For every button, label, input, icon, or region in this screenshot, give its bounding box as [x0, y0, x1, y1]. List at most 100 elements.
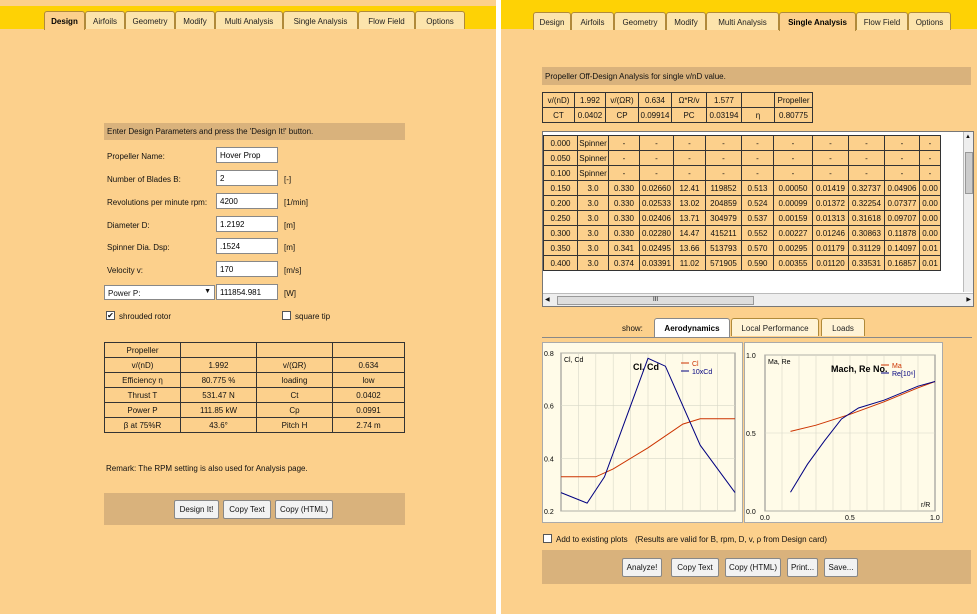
mach-re-chart-svg: 1.0 0.5 0.0 0.0 0.5 1.0 Ma, Re Mach, Re No. r/R M…	[746, 353, 940, 522]
spinner-dia-field[interactable]	[216, 238, 278, 254]
shrouded-rotor-checkbox[interactable]: ✔	[106, 311, 115, 320]
spinner-dia-unit: [m]	[284, 243, 296, 252]
velocity-field[interactable]	[216, 261, 278, 277]
cell: 0.16857	[884, 255, 920, 271]
diameter-field[interactable]	[216, 216, 278, 232]
cell: -	[639, 165, 674, 181]
scroll-right-icon[interactable]: ▶	[966, 296, 971, 303]
rpm-field[interactable]	[216, 193, 278, 209]
y-tick-label: 0.4	[544, 456, 554, 463]
single-analysis-panel: Design Airfoils Geometry Modify Multi An…	[501, 0, 977, 614]
analysis-header-text: Propeller Off-Design Analysis for single…	[545, 72, 726, 81]
cell: 14.47	[673, 225, 706, 241]
cell: 0.02495	[639, 240, 674, 256]
cell: 0.050	[543, 150, 578, 166]
blades-field[interactable]	[216, 170, 278, 186]
tab-options[interactable]: Options	[908, 12, 951, 30]
tab-design[interactable]: Design	[44, 11, 85, 30]
y-axis-label: Ma, Re	[768, 359, 791, 366]
copy-text-button[interactable]: Copy Text	[223, 500, 271, 519]
scroll-thumb-h[interactable]: III	[557, 296, 754, 305]
cell: 11.02	[673, 255, 706, 271]
cell: 0.09707	[884, 210, 920, 226]
power-select[interactable]: Power P: ▼	[104, 285, 215, 300]
table-row: 0.100 Spinner - - - - - - - - - -	[543, 165, 941, 181]
horizontal-scrollbar[interactable]: ◀ III ▶	[543, 293, 973, 306]
copy-text-button[interactable]: Copy Text	[671, 558, 719, 577]
cell: Ω*R/v	[671, 92, 707, 108]
cell: 12.41	[673, 180, 706, 196]
cell: 0.01	[919, 255, 941, 271]
tab-flow-field[interactable]: Flow Field	[358, 11, 415, 29]
y-tick-label: 0.2	[544, 509, 554, 516]
cell: v/(nD)	[104, 357, 181, 373]
show-tab-aerodynamics[interactable]: Aerodynamics	[654, 318, 730, 337]
cell: 0.02406	[639, 210, 674, 226]
table-row: 0.250 3.0 0.330 0.02406 13.71 304979 0.537 0.00…	[543, 210, 941, 226]
cell: 3.0	[577, 210, 609, 226]
tab-geometry[interactable]: Geometry	[614, 12, 666, 30]
analyze-button[interactable]: Analyze!	[622, 558, 662, 577]
copy-html-button[interactable]: Copy (HTML)	[725, 558, 781, 577]
cell: 0.330	[608, 225, 640, 241]
design-it-button[interactable]: Design It!	[174, 500, 219, 519]
cell: 0.634	[332, 357, 405, 373]
cell: v/(ΩR)	[256, 357, 333, 373]
analysis-grid-table: 0.000 Spinner - - - - - - - - - -0.050 Spinner - - - - - -…	[543, 135, 941, 271]
propeller-name-label: Propeller Name:	[107, 152, 165, 161]
blades-label: Number of Blades B:	[107, 175, 181, 184]
power-field[interactable]	[216, 284, 278, 300]
tab-design[interactable]: Design	[533, 12, 571, 30]
table-row: 0.200 3.0 0.330 0.02533 13.02 204859 0.524 0.00…	[543, 195, 941, 211]
power-select-value: Power P:	[108, 289, 141, 298]
tab-flow-field[interactable]: Flow Field	[856, 12, 908, 30]
vertical-scrollbar[interactable]: ▲	[963, 132, 973, 292]
design-button-bar: Design It! Copy Text Copy (HTML)	[104, 493, 405, 525]
cell: Power P	[104, 402, 181, 418]
scroll-up-icon[interactable]: ▲	[965, 134, 971, 140]
tab-modify[interactable]: Modify	[175, 11, 215, 29]
cell: -	[848, 135, 885, 151]
x-tick-label: 0.0	[760, 515, 770, 522]
cell: -	[608, 165, 640, 181]
scroll-left-icon[interactable]: ◀	[545, 296, 550, 303]
tab-single-analysis[interactable]: Single Analysis	[283, 11, 358, 29]
tab-airfoils[interactable]: Airfoils	[571, 12, 614, 30]
copy-html-button[interactable]: Copy (HTML)	[275, 500, 333, 519]
cell: 0.00	[919, 180, 941, 196]
cell: -	[812, 150, 849, 166]
cell: 0.02533	[639, 195, 674, 211]
show-tab-local-performance[interactable]: Local Performance	[731, 318, 819, 336]
propeller-name-field[interactable]	[216, 147, 278, 163]
cell: -	[741, 165, 774, 181]
table-row: Propeller	[104, 342, 405, 358]
shrouded-rotor-label: shrouded rotor	[119, 312, 172, 321]
cell: -	[848, 165, 885, 181]
tab-divider	[542, 337, 972, 338]
cell: CP	[605, 107, 639, 123]
tab-geometry[interactable]: Geometry	[125, 11, 175, 29]
cell: 0.02280	[639, 225, 674, 241]
tab-options[interactable]: Options	[415, 11, 465, 29]
cell: -	[741, 150, 774, 166]
show-tab-loads[interactable]: Loads	[821, 318, 865, 336]
square-tip-checkbox[interactable]	[282, 311, 291, 320]
cell: -	[884, 135, 920, 151]
cell: 119852	[705, 180, 742, 196]
add-plots-checkbox[interactable]	[543, 534, 552, 543]
tab-single-analysis[interactable]: Single Analysis	[779, 12, 856, 31]
tab-multi-analysis[interactable]: Multi Analysis	[215, 11, 283, 29]
chart-title: Mach, Re No.	[831, 364, 888, 374]
cell: -	[705, 165, 742, 181]
cell: 0.00099	[773, 195, 813, 211]
tab-modify[interactable]: Modify	[666, 12, 706, 30]
tab-airfoils[interactable]: Airfoils	[85, 11, 125, 29]
save-button[interactable]: Save...	[824, 558, 858, 577]
tab-multi-analysis[interactable]: Multi Analysis	[706, 12, 779, 30]
power-unit: [W]	[284, 289, 296, 298]
cell: 3.0	[577, 255, 609, 271]
cl-cd-plot: 0.8 0.6 0.4 0.2 Cl, Cd Cl, Cd Cl 10xCd	[542, 342, 743, 523]
print-button[interactable]: Print...	[787, 558, 818, 577]
scroll-thumb[interactable]	[965, 152, 973, 194]
cl-cd-chart-svg: 0.80.60.40.2Cl, CdCl, Cd Cl10xCd	[544, 351, 736, 516]
